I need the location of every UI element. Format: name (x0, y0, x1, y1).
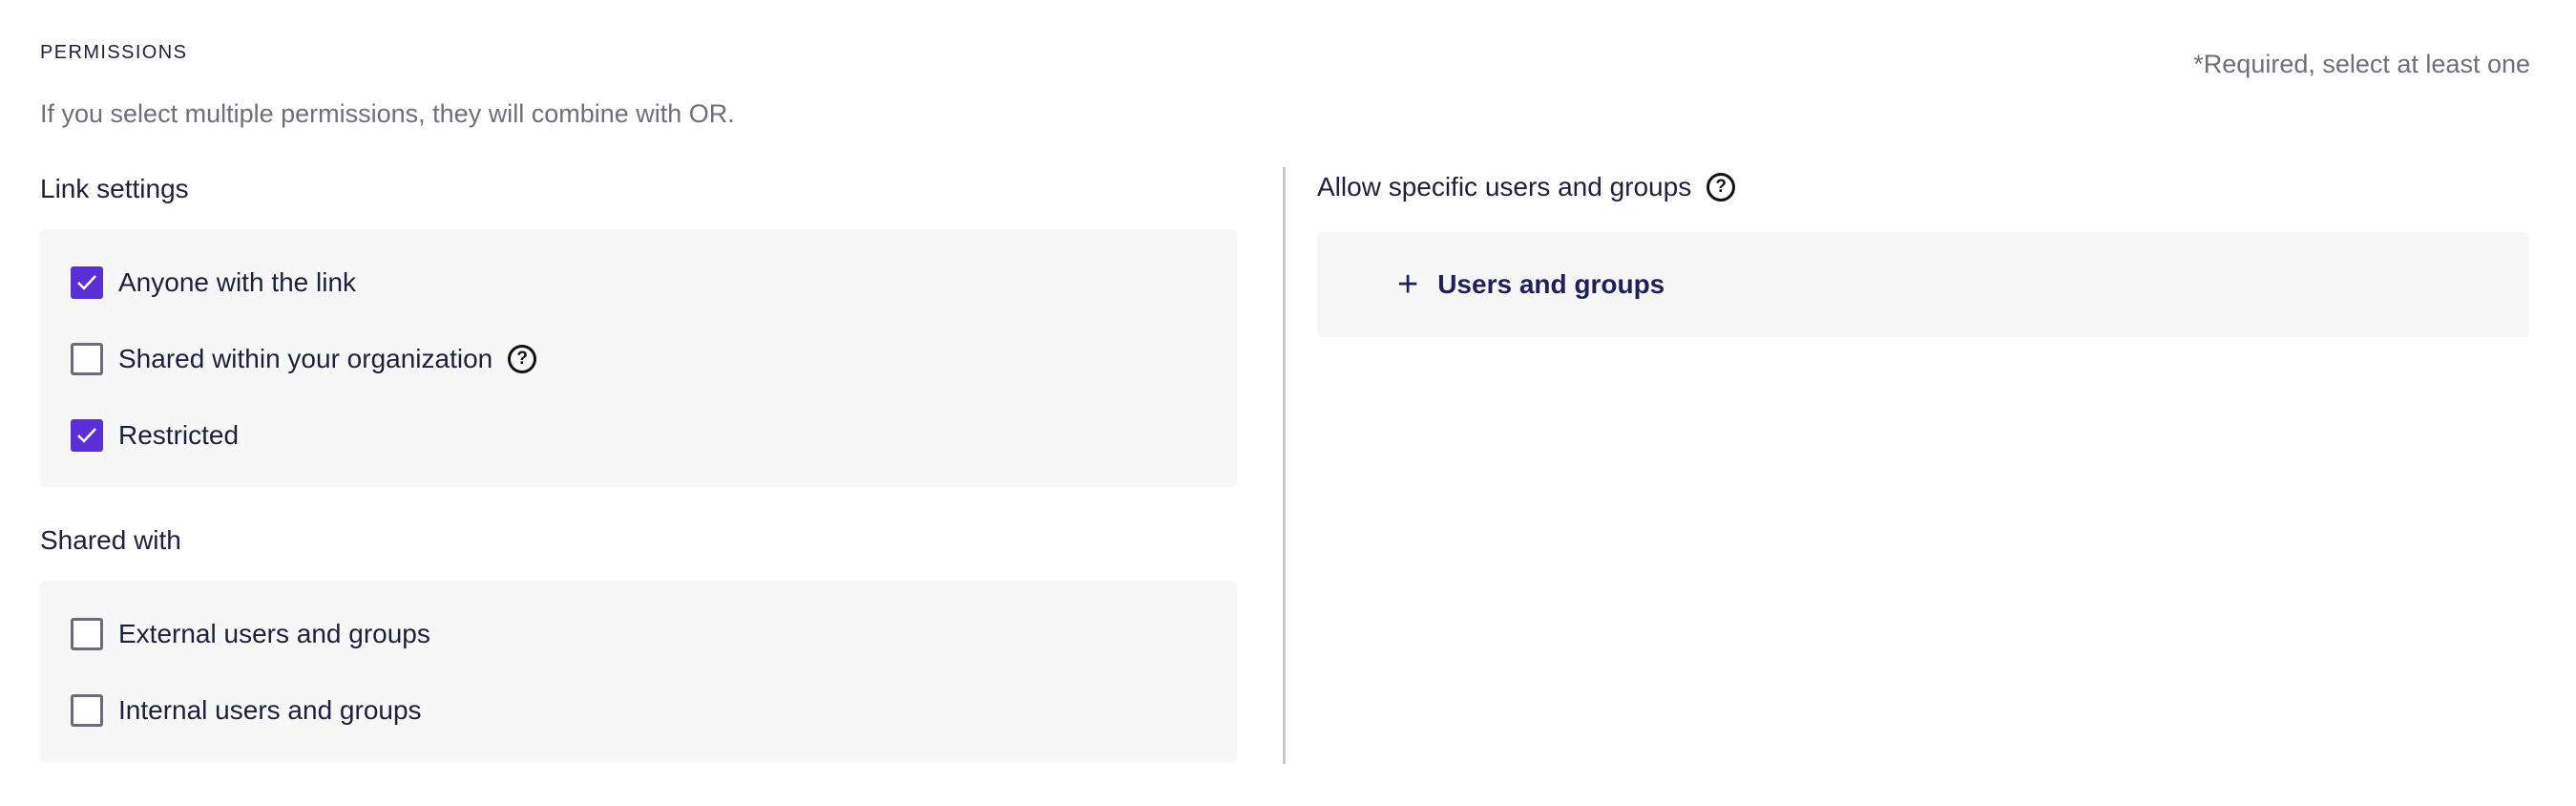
option-label: External users and groups (118, 619, 430, 648)
link-settings-panel: Anyone with the link Shared within your … (40, 229, 1237, 487)
link-settings-label: Link settings (40, 174, 189, 203)
section-title: PERMISSIONS (40, 42, 188, 63)
checkbox-shared-within-organization[interactable]: Shared within your organization ? (71, 340, 537, 378)
check-icon (77, 275, 96, 290)
checkbox-box[interactable] (71, 694, 103, 727)
checkbox-internal-users-groups[interactable]: Internal users and groups (71, 691, 422, 730)
add-users-groups-button[interactable]: + Users and groups (1397, 265, 1665, 305)
question-circle-icon[interactable]: ? (1707, 173, 1736, 202)
allow-specific-label: Allow specific users and groups (1317, 172, 1692, 202)
shared-with-panel: External users and groups Internal users… (40, 581, 1237, 762)
checkbox-box[interactable] (71, 343, 103, 375)
permissions-hint: If you select multiple permissions, they… (40, 99, 735, 128)
option-label: Anyone with the link (118, 267, 357, 297)
option-label: Internal users and groups (118, 695, 422, 725)
column-divider (1283, 167, 1286, 764)
checkbox-anyone-with-link[interactable]: Anyone with the link (71, 264, 356, 302)
checkbox-restricted[interactable]: Restricted (71, 416, 239, 455)
allow-specific-header: Allow specific users and groups ? (1317, 172, 1736, 202)
checkbox-box[interactable] (71, 618, 103, 650)
check-icon (77, 428, 96, 443)
checkbox-external-users-groups[interactable]: External users and groups (71, 615, 430, 653)
checkbox-box[interactable] (71, 266, 103, 299)
checkbox-box[interactable] (71, 419, 103, 452)
question-circle-icon[interactable]: ? (508, 345, 537, 373)
plus-icon: + (1397, 265, 1419, 305)
allow-specific-panel: + Users and groups (1317, 232, 2529, 337)
required-note: *Required, select at least one (2193, 50, 2530, 78)
shared-with-label: Shared with (40, 525, 181, 555)
add-users-groups-label: Users and groups (1437, 269, 1665, 299)
option-label: Restricted (118, 420, 240, 450)
option-label: Shared within your organization (118, 344, 493, 373)
